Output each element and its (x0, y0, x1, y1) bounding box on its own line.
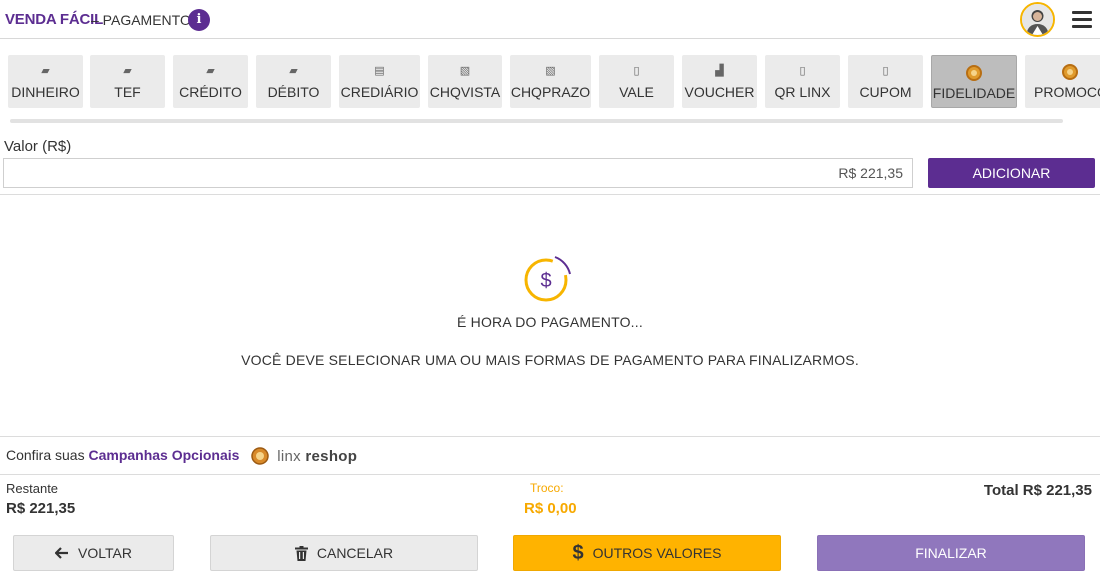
receipt-icon: ▯ (633, 65, 640, 77)
arrow-left-icon (55, 547, 69, 559)
divider (0, 194, 1100, 195)
user-avatar[interactable] (1020, 2, 1055, 37)
valor-label: Valor (R$) (4, 138, 72, 155)
message-body: VOCÊ DEVE SELECIONAR UMA OU MAIS FORMAS … (241, 352, 859, 368)
method-credito[interactable]: ▰ CRÉDITO (173, 55, 248, 108)
loyalty-coin-icon (1025, 64, 1100, 80)
coupon-icon: ▯ (882, 65, 889, 77)
troco-label: Troco: (530, 481, 564, 495)
troco-value: R$ 0,00 (524, 500, 577, 517)
card-icon: ▰ (289, 65, 298, 77)
method-label: CRÉDITO (179, 84, 242, 100)
method-qr-linx[interactable]: ▯ QR LINX (765, 55, 840, 108)
method-voucher[interactable]: ▟ VOUCHER (682, 55, 757, 108)
message-title: É HORA DO PAGAMENTO... (457, 314, 643, 330)
outros-valores-label: OUTROS VALORES (592, 545, 722, 561)
campanhas-link[interactable]: Campanhas Opcionais (88, 447, 239, 463)
payment-money-icon: $ (524, 256, 571, 302)
method-label: CHQPRAZO (510, 84, 591, 100)
method-label: FIDELIDADE (932, 85, 1016, 101)
methods-scrollbar[interactable] (10, 119, 1063, 123)
campanhas-row: Confira suas Campanhas Opcionais linx re… (6, 447, 358, 466)
method-label: TEF (114, 84, 141, 100)
voucher-icon: ▟ (715, 65, 724, 77)
avatar-person-icon (1022, 4, 1053, 35)
divider (0, 474, 1100, 475)
method-label: CUPOM (859, 84, 912, 100)
hamburger-menu-icon[interactable] (1072, 11, 1092, 28)
linx-reshop-logo-icon (251, 447, 270, 466)
loyalty-coin-icon (932, 65, 1016, 81)
method-label: VOUCHER (684, 84, 755, 100)
cash-icon: ▰ (41, 65, 50, 77)
campanhas-prefix: Confira suas (6, 447, 85, 463)
method-chqprazo[interactable]: ▧ CHQPRAZO (510, 55, 591, 108)
qr-phone-icon: ▯ (799, 65, 806, 77)
method-crediario[interactable]: ▤ CREDIÁRIO (339, 55, 420, 108)
method-tef[interactable]: ▰ TEF (90, 55, 165, 108)
finalizar-button[interactable]: FINALIZAR (817, 535, 1085, 571)
voltar-button[interactable]: VOLTAR (13, 535, 174, 571)
valor-input[interactable] (3, 158, 913, 188)
brand-title: VENDA FÁCIL (5, 11, 104, 28)
cancelar-button[interactable]: CANCELAR (210, 535, 478, 571)
method-label: DÉBITO (267, 84, 320, 100)
adicionar-button[interactable]: ADICIONAR (928, 158, 1095, 188)
method-label: DINHEIRO (11, 84, 80, 100)
cancelar-label: CANCELAR (316, 545, 394, 561)
dollar-icon: $ (572, 541, 584, 564)
method-label: CREDIÁRIO (340, 84, 419, 100)
total-value: Total R$ 221,35 (983, 482, 1092, 499)
dollar-glyph: $ (540, 270, 551, 292)
card-icon: ▰ (123, 65, 132, 77)
method-label: QR LINX (774, 84, 831, 100)
payment-methods-bar: ▰ DINHEIRO ▰ TEF ▰ CRÉDITO ▰ DÉBITO ▤ CR… (0, 55, 1100, 108)
check-icon: ▧ (459, 65, 471, 77)
method-fidelidade[interactable]: FIDELIDADE (931, 55, 1017, 108)
method-promocoes[interactable]: PROMOCOES (1025, 55, 1100, 108)
method-debito[interactable]: ▰ DÉBITO (256, 55, 331, 108)
linx-reshop-logo-text: linx reshop (277, 447, 358, 465)
voltar-label: VOLTAR (78, 545, 132, 561)
outros-valores-button[interactable]: $ OUTROS VALORES (513, 535, 781, 571)
method-vale[interactable]: ▯ VALE (599, 55, 674, 108)
divider (0, 436, 1100, 437)
method-cupom[interactable]: ▯ CUPOM (848, 55, 923, 108)
method-label: PROMOCOES (1034, 84, 1100, 100)
restante-value: R$ 221,35 (6, 500, 76, 517)
app-header: VENDA FÁCIL – PAGAMENTO i (0, 0, 1100, 39)
method-label: CHQVISTA (429, 84, 501, 100)
trash-icon (294, 545, 308, 561)
method-dinheiro[interactable]: ▰ DINHEIRO (8, 55, 83, 108)
method-label: VALE (619, 84, 654, 100)
money-stack-icon: ▤ (374, 65, 385, 77)
method-chqvista[interactable]: ▧ CHQVISTA (428, 55, 502, 108)
restante-label: Restante (6, 481, 59, 496)
check-icon: ▧ (545, 65, 556, 77)
page-subtitle: – PAGAMENTO (91, 12, 191, 28)
info-icon[interactable]: i (188, 9, 210, 31)
card-icon: ▰ (206, 65, 215, 77)
